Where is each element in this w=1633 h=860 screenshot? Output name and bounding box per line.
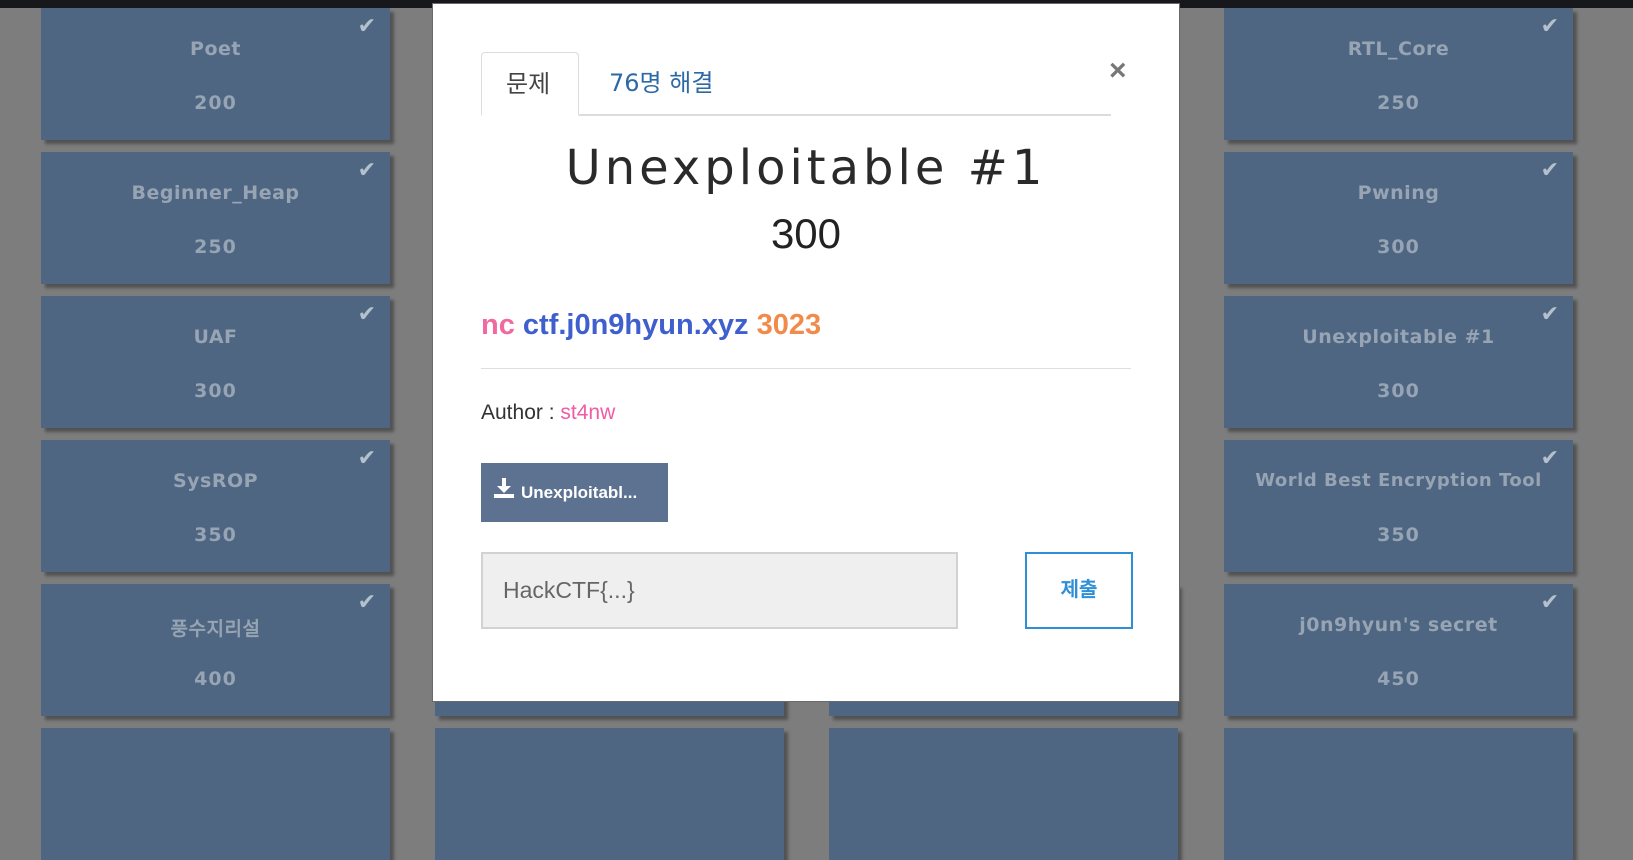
connection-host: ctf.j0n9hyun.xyz (522, 309, 749, 341)
challenge-points-value: 300 (770, 210, 842, 257)
challenge-card[interactable]: ✔ Unexploitable #1 300 (1224, 296, 1573, 428)
challenge-card[interactable]: ✔ Beginner_Heap 250 (41, 152, 390, 284)
challenge-points: 400 (194, 668, 237, 690)
flag-input[interactable] (481, 552, 958, 629)
challenge-card[interactable]: ✔ SysROP 350 (41, 440, 390, 572)
challenge-card[interactable]: ✔ RTL_Core 250 (1224, 8, 1573, 140)
connection-command: nc ctf.j0n9hyun.xyz 3023 (481, 309, 821, 342)
close-icon[interactable]: × (1109, 54, 1127, 88)
tab-challenge[interactable]: 문제 (481, 52, 579, 116)
challenge-name: 풍수지리설 (170, 618, 261, 640)
author-label: Author : (481, 401, 555, 424)
challenge-modal: 문제 76명 해결 × Unexploitable #1 300 nc ctf.… (432, 3, 1180, 702)
challenge-points: 450 (1377, 668, 1420, 690)
author-line: Author : st4nw (481, 401, 615, 425)
challenge-card[interactable]: ✔ Pwning 300 (1224, 152, 1573, 284)
challenge-points: 250 (1377, 92, 1420, 114)
challenge-points: 350 (1377, 524, 1420, 546)
challenge-name: Beginner_Heap (131, 182, 300, 204)
challenge-name: Pwning (1357, 182, 1440, 204)
challenge-points: 200 (194, 92, 237, 114)
tab-solves[interactable]: 76명 해결 (579, 52, 737, 114)
challenge-card[interactable] (829, 728, 1178, 860)
check-icon: ✔ (1540, 590, 1559, 615)
check-icon: ✔ (357, 158, 376, 183)
challenge-name: Unexploitable #1 (1302, 326, 1495, 348)
check-icon: ✔ (1540, 302, 1559, 327)
challenge-name: Poet (190, 38, 241, 60)
challenge-points: 250 (194, 236, 237, 258)
check-icon: ✔ (357, 590, 376, 615)
check-icon: ✔ (357, 446, 376, 471)
check-icon: ✔ (1540, 14, 1559, 39)
challenge-card[interactable] (1224, 728, 1573, 860)
challenge-card[interactable]: ✔ 풍수지리설 400 (41, 584, 390, 716)
challenge-name: j0n9hyun's secret (1299, 614, 1498, 636)
challenge-card[interactable]: ✔ World Best Encryption Tool 350 (1224, 440, 1573, 572)
challenge-card[interactable]: ✔ Poet 200 (41, 8, 390, 140)
challenge-card[interactable] (435, 728, 784, 860)
challenge-points: 300 (1377, 236, 1420, 258)
check-icon: ✔ (357, 302, 376, 327)
challenge-name: World Best Encryption Tool (1255, 470, 1542, 491)
check-icon: ✔ (357, 14, 376, 39)
divider (481, 368, 1131, 369)
modal-tabs: 문제 76명 해결 (481, 52, 1111, 116)
challenge-points: 300 (1377, 380, 1420, 402)
challenge-name: UAF (193, 326, 238, 348)
download-icon (493, 464, 515, 522)
challenge-card[interactable]: ✔ UAF 300 (41, 296, 390, 428)
challenge-name: RTL_Core (1347, 38, 1450, 60)
connection-port: 3023 (756, 309, 822, 341)
challenge-title: Unexploitable #1 (565, 140, 1047, 196)
check-icon: ✔ (1540, 446, 1559, 471)
author-name: st4nw (560, 401, 616, 424)
download-file-label: Unexploitabl... (521, 483, 638, 502)
challenge-points: 350 (194, 524, 237, 546)
challenge-name: SysROP (172, 470, 259, 492)
connection-nc: nc (481, 309, 515, 341)
check-icon: ✔ (1540, 158, 1559, 183)
submit-button[interactable]: 제출 (1025, 552, 1133, 629)
challenge-card[interactable]: ✔ j0n9hyun's secret 450 (1224, 584, 1573, 716)
challenge-card[interactable] (41, 728, 390, 860)
challenge-points: 300 (194, 380, 237, 402)
download-file-button[interactable]: Unexploitabl... (481, 463, 668, 522)
